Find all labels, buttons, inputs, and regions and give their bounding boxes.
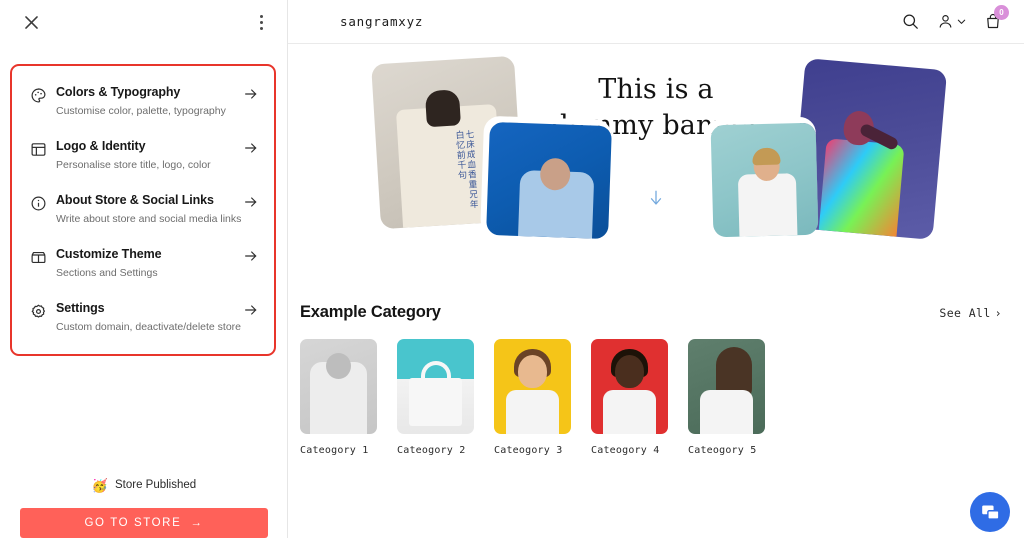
editor-sidebar: Colors & Typography Customise color, pal… (0, 0, 288, 538)
shopping-bag-icon[interactable]: 0 (984, 5, 1009, 31)
sidebar-item-title: Colors & Typography (56, 85, 181, 99)
category-label: Cateogory 3 (494, 445, 563, 456)
model-face-shape (615, 355, 644, 388)
yellow-portrait-thumbnail[interactable] (494, 339, 571, 434)
category-section-header: Example Category See All › (294, 303, 1002, 322)
close-icon[interactable] (18, 9, 44, 35)
category-section: Example Category See All › Cateogory 1 C… (288, 303, 1024, 456)
menu-item-text: Settings Custom domain, deactivate/delet… (56, 299, 242, 335)
bag-body-shape (409, 378, 462, 426)
arrow-right-icon (242, 85, 260, 103)
status-badge: 🥳 Store Published (92, 472, 196, 498)
arrow-right-icon: → (190, 517, 204, 529)
sidebar-item-title: Settings (56, 301, 105, 315)
header-icon-group: 0 (901, 5, 1009, 31)
category-label: Cateogory 1 (300, 445, 369, 456)
arrow-right-icon (242, 193, 260, 211)
page-title: Example Category (300, 303, 441, 321)
model-hair-shape (752, 147, 781, 166)
blue-hoodie-model-card[interactable] (486, 121, 612, 240)
user-account-icon[interactable] (937, 12, 967, 31)
hero-banner: 七床成血香重兄年白忆前千句 This is a dummy banner (288, 44, 1024, 297)
sidebar-item-subtitle: Customise color, palette, typography (56, 105, 226, 117)
go-to-store-button[interactable]: GO TO STORE → (20, 508, 268, 538)
sidebar-item-logo-identity[interactable]: Logo & Identity Personalise store title,… (12, 128, 274, 182)
sidebar-item-subtitle: Sections and Settings (56, 267, 158, 279)
category-card[interactable]: Cateogory 3 (494, 339, 571, 456)
category-card[interactable]: Cateogory 1 (300, 339, 377, 456)
store-preview: sangramxyz 0 七床成血香重兄年白忆前千句 This is a dum… (288, 0, 1024, 538)
sidebar-item-about-store[interactable]: About Store & Social Links Write about s… (12, 182, 274, 236)
sidebar-item-subtitle: Custom domain, deactivate/delete store (56, 321, 242, 333)
hood-shape (326, 353, 351, 379)
search-icon[interactable] (901, 12, 920, 31)
arrow-right-icon (242, 247, 260, 265)
tote-bag-thumbnail[interactable] (397, 339, 474, 434)
chevron-right-icon: › (994, 306, 1002, 320)
status-label: Store Published (114, 479, 197, 491)
sidebar-item-customize-theme[interactable]: Customize Theme Sections and Settings (12, 236, 274, 290)
see-all-label: See All (939, 306, 991, 320)
menu-item-text: About Store & Social Links Write about s… (56, 191, 242, 227)
info-circle-icon (30, 192, 56, 214)
arrow-right-icon (242, 139, 260, 157)
store-name: sangramxyz (340, 14, 424, 29)
category-label: Cateogory 2 (397, 445, 466, 456)
red-portrait-thumbnail[interactable] (591, 339, 668, 434)
palette-icon (30, 84, 56, 106)
category-card[interactable]: Cateogory 4 (591, 339, 668, 456)
kebab-menu-icon[interactable] (251, 11, 271, 33)
menu-item-text: Logo & Identity Personalise store title,… (56, 137, 242, 173)
top-shape (700, 390, 753, 434)
layout-icon (30, 138, 56, 160)
white-tee-model-card[interactable] (710, 122, 819, 238)
sidebar-item-title: About Store & Social Links (56, 193, 214, 207)
sidebar-item-colors-typography[interactable]: Colors & Typography Customise color, pal… (12, 74, 274, 128)
sidebar-item-title: Logo & Identity (56, 139, 146, 153)
chat-bubble-icon[interactable] (970, 492, 1010, 532)
see-all-link[interactable]: See All › (939, 306, 1002, 320)
hoodie-shape (603, 390, 656, 434)
menu-item-text: Colors & Typography Customise color, pal… (56, 83, 242, 119)
storefront-icon (30, 246, 56, 268)
category-grid: Cateogory 1 Cateogory 2 Cateogory 3 Cate… (294, 339, 1002, 456)
sidebar-item-title: Customize Theme (56, 247, 162, 261)
celebration-emoji-icon: 🥳 (91, 477, 108, 493)
tee-shirt-shape (737, 173, 798, 237)
gear-icon (30, 300, 56, 322)
sidebar-footer: 🥳 Store Published GO TO STORE → (0, 472, 288, 538)
settings-menu-group: Colors & Typography Customise color, pal… (10, 64, 276, 356)
sidebar-item-settings[interactable]: Settings Custom domain, deactivate/delet… (12, 290, 274, 344)
menu-item-text: Customize Theme Sections and Settings (56, 245, 242, 281)
model-face-shape (518, 355, 547, 388)
cart-count-badge: 0 (994, 5, 1009, 20)
tee-shirt-shape (506, 390, 559, 434)
editor-window: Colors & Typography Customise color, pal… (0, 0, 1024, 538)
storefront-header: sangramxyz 0 (288, 0, 1024, 44)
arrow-right-icon (242, 301, 260, 319)
white-hoodie-thumbnail[interactable] (300, 339, 377, 434)
category-card[interactable]: Cateogory 5 (688, 339, 765, 456)
category-card[interactable]: Cateogory 2 (397, 339, 474, 456)
sidebar-item-subtitle: Personalise store title, logo, color (56, 159, 211, 171)
green-portrait-thumbnail[interactable] (688, 339, 765, 434)
go-to-store-label: GO TO STORE (84, 517, 182, 529)
category-label: Cateogory 5 (688, 445, 757, 456)
sidebar-item-subtitle: Write about store and social media links (56, 213, 242, 225)
chevron-down-icon (957, 19, 966, 24)
sidebar-toolbar (0, 0, 287, 44)
category-label: Cateogory 4 (591, 445, 660, 456)
scroll-down-arrow-icon[interactable] (647, 186, 665, 215)
neon-jacket-shape (818, 138, 905, 237)
